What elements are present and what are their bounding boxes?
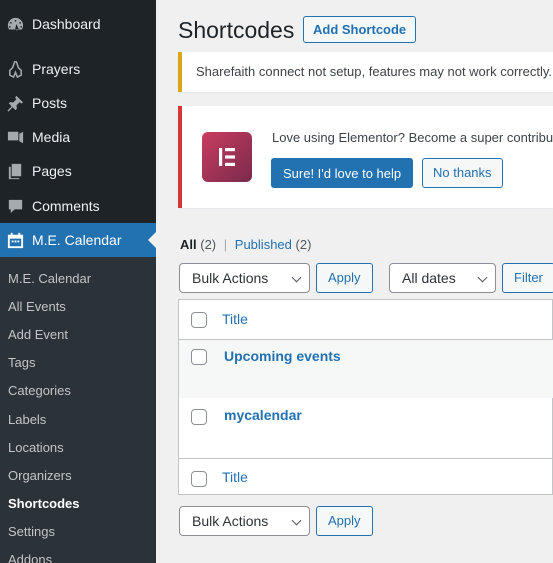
- dashboard-icon: [5, 14, 25, 34]
- chevron-down-icon: [477, 272, 488, 283]
- admin-sidebar: Dashboard Prayers Posts Media Pages Comm…: [0, 0, 156, 563]
- main-content: Shortcodes Add Shortcode Sharefaith conn…: [156, 0, 553, 563]
- menu-label: Prayers: [32, 61, 81, 77]
- submenu-item-me-calendar[interactable]: M.E. Calendar: [8, 269, 91, 289]
- submenu-item-tags[interactable]: Tags: [8, 353, 35, 373]
- bulk-actions-select-top[interactable]: Bulk Actions: [179, 263, 310, 293]
- prayers-icon: [5, 59, 25, 79]
- apply-button-bottom[interactable]: Apply: [316, 506, 373, 536]
- submenu-item-locations[interactable]: Locations: [8, 438, 64, 458]
- bulk-actions-value: Bulk Actions: [192, 270, 269, 286]
- row-checkbox[interactable]: [191, 409, 207, 425]
- table-row: mycalendar: [179, 398, 553, 458]
- select-all-checkbox-footer[interactable]: [191, 471, 207, 487]
- menu-item-me-calendar[interactable]: M.E. Calendar: [0, 223, 156, 257]
- calendar-icon: [5, 230, 25, 250]
- comment-icon: [5, 196, 25, 216]
- menu-label: Media: [32, 129, 71, 145]
- filter-button[interactable]: Filter: [502, 263, 553, 293]
- submenu-item-settings[interactable]: Settings: [8, 522, 55, 542]
- table-row: Upcoming events: [179, 340, 553, 398]
- chevron-down-icon: [291, 515, 302, 526]
- date-filter-value: All dates: [402, 270, 456, 286]
- menu-label: Dashboard: [32, 16, 101, 32]
- submenu-item-all-events[interactable]: All Events: [8, 297, 66, 317]
- menu-item-comments[interactable]: Comments: [0, 189, 156, 223]
- menu-item-pages[interactable]: Pages: [0, 154, 156, 188]
- page-title: Shortcodes: [178, 17, 295, 43]
- status-filter-links: All (2) | Published (2): [180, 237, 311, 252]
- menu-item-media[interactable]: Media: [0, 120, 156, 154]
- submenu-item-add-event[interactable]: Add Event: [8, 325, 68, 345]
- pushpin-icon: [5, 93, 25, 113]
- filter-published-count: (2): [295, 237, 312, 252]
- table-footer-row: Title: [179, 458, 553, 495]
- warning-notice-text: Sharefaith connect not setup, features m…: [196, 64, 552, 79]
- elementor-notice: Love using Elementor? Become a super con…: [178, 106, 553, 208]
- elementor-logo-icon: [202, 132, 252, 182]
- calendar-submenu: M.E. Calendar All Events Add Event Tags …: [0, 257, 156, 563]
- submenu-item-labels[interactable]: Labels: [8, 410, 46, 430]
- filter-published-link[interactable]: Published: [235, 237, 292, 252]
- menu-item-posts[interactable]: Posts: [0, 86, 156, 120]
- chevron-down-icon: [291, 272, 302, 283]
- menu-label: Pages: [32, 163, 72, 179]
- row-title-link[interactable]: mycalendar: [224, 407, 302, 423]
- menu-label: M.E. Calendar: [32, 232, 122, 248]
- pages-icon: [5, 161, 25, 181]
- menu-label: Posts: [32, 95, 68, 111]
- apply-button-top[interactable]: Apply: [316, 263, 373, 293]
- row-title-link[interactable]: Upcoming events: [224, 348, 341, 364]
- bulk-actions-value: Bulk Actions: [192, 513, 269, 529]
- elementor-notice-text: Love using Elementor? Become a super con…: [272, 130, 553, 145]
- filter-all-count: (2): [200, 237, 217, 252]
- elementor-yes-button[interactable]: Sure! I'd love to help: [271, 158, 414, 188]
- media-icon: [5, 127, 25, 147]
- filter-separator: |: [223, 237, 228, 252]
- title-column-footer[interactable]: Title: [222, 469, 248, 485]
- title-column-header[interactable]: Title: [222, 311, 248, 327]
- date-filter-select[interactable]: All dates: [389, 263, 496, 293]
- submenu-item-addons[interactable]: Addons: [8, 550, 52, 563]
- warning-notice: Sharefaith connect not setup, features m…: [178, 52, 553, 92]
- table-header-row: Title: [179, 300, 553, 340]
- select-all-checkbox[interactable]: [191, 312, 207, 328]
- shortcodes-table: Title Upcoming events mycalendar Title: [178, 299, 553, 495]
- filter-all-label[interactable]: All: [180, 237, 197, 252]
- submenu-item-categories[interactable]: Categories: [8, 381, 71, 401]
- submenu-item-organizers[interactable]: Organizers: [8, 466, 72, 486]
- submenu-item-shortcodes[interactable]: Shortcodes: [8, 494, 80, 514]
- menu-label: Comments: [32, 198, 100, 214]
- elementor-no-button[interactable]: No thanks: [422, 158, 503, 188]
- menu-item-prayers[interactable]: Prayers: [0, 52, 156, 86]
- bulk-actions-select-bottom[interactable]: Bulk Actions: [179, 506, 310, 536]
- add-shortcode-button[interactable]: Add Shortcode: [303, 16, 417, 43]
- menu-item-dashboard[interactable]: Dashboard: [0, 7, 156, 41]
- row-checkbox[interactable]: [191, 349, 207, 365]
